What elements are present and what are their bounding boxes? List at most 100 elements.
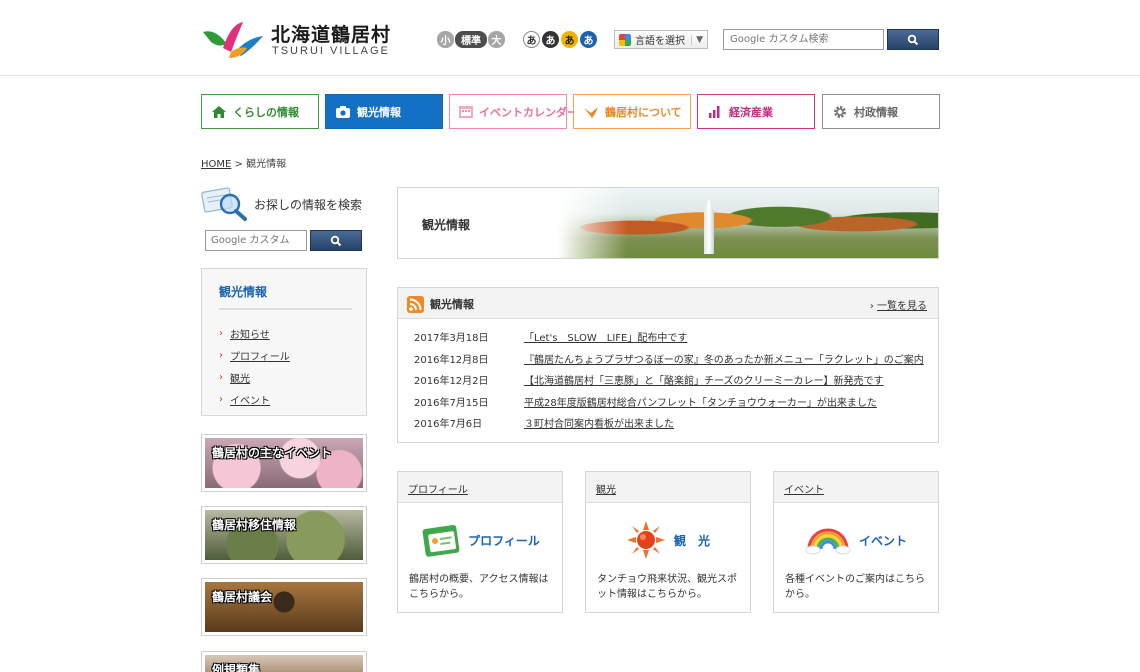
nav-economy-industry[interactable]: 経済産業 [697, 94, 815, 129]
card-sightseeing[interactable]: 観光 観 光 タンチョウ飛来状況、観光スポット情報はこちらから。 [585, 471, 751, 613]
card-header-link[interactable]: プロフィール [408, 485, 468, 496]
news-date: 2016年7月15日 [414, 397, 489, 409]
nav-label: 村政情報 [854, 105, 898, 119]
font-size-small-button[interactable]: 小 [437, 31, 454, 48]
sidebar-menu-title: 観光情報 [219, 285, 268, 299]
news-item: 2016年7月6日 ３町村合同案内看板が出来ました [414, 415, 924, 437]
news-header: 観光情報 › 一覧を見る [398, 288, 938, 319]
font-size-standard-button[interactable]: 標準 [455, 31, 487, 48]
nav-tourism-info[interactable]: 観光情報 [325, 94, 443, 129]
news-date: 2016年12月8日 [414, 354, 489, 366]
card-header-link[interactable]: 観光 [596, 485, 616, 496]
chevron-right-icon: › [219, 349, 223, 361]
sidebar-item-news[interactable]: › お知らせ [219, 322, 290, 344]
page-title: 観光情報 [422, 218, 471, 232]
breadcrumb-home-link[interactable]: HOME [201, 159, 231, 170]
logo-japanese-name: 北海道鶴居村 [271, 24, 392, 46]
banner-village-council[interactable]: 鶴居村議会 [201, 578, 367, 636]
sidebar-item-sightseeing[interactable]: › 観光 [219, 366, 290, 388]
color-yellow-button[interactable]: あ [561, 31, 578, 48]
news-link[interactable]: 平成28年度版鶴居村総合パンフレット「タンチョウウォーカー」が出来ました [524, 394, 877, 416]
banner-migration-info[interactable]: 鶴居村移住情報 [201, 506, 367, 564]
card-icon-label: 観 光 [673, 533, 710, 548]
news-more-label: 一覧を見る [877, 301, 927, 312]
banner-label: 例規類集 [212, 663, 261, 672]
card-event[interactable]: イベント イベント 各種イベントのご案内はこちらから。 [773, 471, 939, 613]
dropdown-arrow-icon: ▼ [691, 34, 703, 45]
nav-label: くらしの情報 [233, 105, 299, 119]
news-item: 2016年12月2日 【北海道鶴居村「三恵豚」と「酪楽館」チーズのクリーミーカレー… [414, 372, 924, 394]
sidebar-menu-list: › お知らせ › プロフィール › 観光 › イベント [219, 322, 290, 410]
header-search-input[interactable] [723, 29, 885, 50]
card-description: 鶴居村の概要、アクセス情報はこちらから。 [409, 574, 549, 600]
search-icon [907, 34, 919, 45]
color-scheme-switcher: あ あ あ あ [523, 31, 597, 48]
news-list: 2017年3月18日 「Let's SLOW LIFE」配布中です 2016年12… [414, 329, 924, 437]
sidebar-item-label: 観光 [230, 373, 250, 385]
font-size-large-button[interactable]: 大 [488, 31, 505, 48]
nav-event-calendar[interactable]: イベントカレンダー [449, 94, 578, 129]
breadcrumb-current: 観光情報 [246, 159, 287, 170]
nav-living-info[interactable]: くらしの情報 [201, 94, 319, 129]
calendar-icon [459, 104, 473, 120]
news-item: 2017年3月18日 「Let's SLOW LIFE」配布中です [414, 329, 924, 351]
sidebar-item-label: お知らせ [230, 329, 270, 341]
color-blue-button[interactable]: あ [580, 31, 597, 48]
card-icon-row: イベント [774, 520, 938, 560]
house-icon [211, 104, 227, 120]
news-link[interactable]: 「Let's SLOW LIFE」配布中です [524, 329, 687, 351]
banner-label: 鶴居村の主なイベント [212, 446, 333, 460]
sidebar-item-label: プロフィール [230, 351, 290, 363]
banner-image: 例規類集 [205, 655, 363, 672]
hero-landscape-image [558, 188, 938, 258]
nav-village-admin[interactable]: 村政情報 [822, 94, 940, 129]
global-nav: くらしの情報 観光情報 イベントカレンダー 鶴居村について 経済産業 村政情報 [201, 94, 940, 129]
breadcrumb-separator: > [234, 159, 243, 170]
chevron-right-icon: › [219, 327, 223, 339]
card-icon-label: プロフィール [468, 533, 540, 548]
banner-main-events[interactable]: 鶴居村の主なイベント [201, 434, 367, 492]
chevron-right-icon: › [869, 301, 877, 312]
banner-regulations[interactable]: 例規類集 [201, 651, 367, 672]
card-header: 観光 [586, 472, 750, 503]
search-icon [330, 235, 342, 246]
card-icon-label: イベント [858, 533, 907, 548]
sidebar-item-event[interactable]: › イベント [219, 388, 290, 410]
card-profile[interactable]: プロフィール プロフィール 鶴居村の概要、アクセス情報はこちらから。 [397, 471, 563, 613]
sidebar-search-input[interactable] [205, 230, 307, 251]
card-description: タンチョウ飛来状況、観光スポット情報はこちらから。 [597, 574, 737, 600]
language-select-label: 言語を選択 [635, 36, 685, 47]
sidebar-search [205, 230, 363, 251]
sidebar-item-profile[interactable]: › プロフィール [219, 344, 290, 366]
sidebar-menu: 観光情報 › お知らせ › プロフィール › 観光 › イベント [201, 268, 367, 416]
page-hero: 観光情報 [397, 187, 939, 259]
banner-image: 鶴居村移住情報 [205, 510, 363, 560]
gear-icon [832, 104, 848, 120]
news-more-link[interactable]: › 一覧を見る [870, 297, 927, 312]
card-header-link[interactable]: イベント [784, 485, 824, 496]
header-search-button[interactable] [887, 29, 939, 50]
rss-icon [407, 296, 424, 313]
sidebar-search-title: お探しの情報を検索 [254, 198, 363, 212]
news-title: 観光情報 [430, 298, 474, 311]
sidebar-search-button[interactable] [310, 230, 362, 251]
nav-label: 鶴居村について [605, 105, 682, 119]
card-header: プロフィール [398, 472, 562, 503]
color-black-button[interactable]: あ [542, 31, 559, 48]
site-logo[interactable]: 北海道鶴居村 TSURUI VILLAGE [201, 18, 390, 60]
news-link[interactable]: 『鶴居たんちょうプラザつるぼーの家』冬のあったか新メニュー「ラクレット」のご案内 [524, 351, 924, 373]
news-link[interactable]: ３町村合同案内看板が出来ました [524, 415, 674, 437]
site-header: 北海道鶴居村 TSURUI VILLAGE 小 標準 大 あ あ あ あ 言語を… [0, 0, 1140, 76]
news-link[interactable]: 【北海道鶴居村「三恵豚」と「酪楽館」チーズのクリーミーカレー】新発売です [524, 372, 884, 394]
banner-image: 鶴居村議会 [205, 582, 363, 632]
sidebar-item-label: イベント [230, 395, 270, 407]
logo-english-name: TSURUI VILLAGE [272, 45, 390, 57]
divider [219, 308, 352, 310]
news-item: 2016年12月8日 『鶴居たんちょうプラザつるぼーの家』冬のあったか新メニュー「… [414, 351, 924, 373]
banner-image: 鶴居村の主なイベント [205, 438, 363, 488]
color-white-button[interactable]: あ [523, 31, 540, 48]
profile-card-icon [422, 525, 460, 557]
font-size-switcher: 小 標準 大 [437, 31, 505, 48]
nav-about-village[interactable]: 鶴居村について [573, 94, 691, 129]
language-select[interactable]: 言語を選択 ▼ [614, 30, 708, 49]
